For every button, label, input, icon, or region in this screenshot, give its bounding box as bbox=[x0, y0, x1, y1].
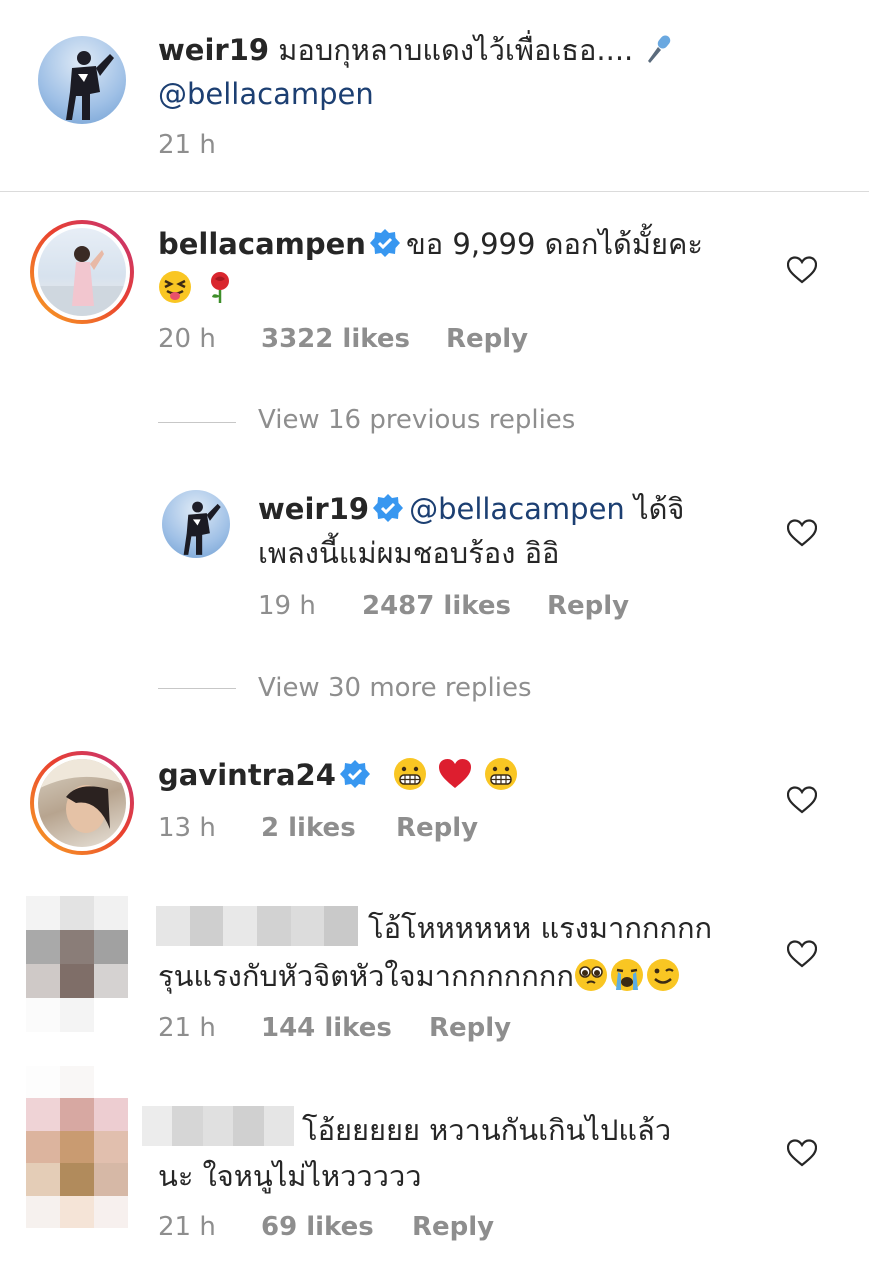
heart-icon[interactable] bbox=[787, 519, 817, 547]
comment-likes[interactable]: 3322 likes bbox=[261, 324, 410, 354]
heart-icon[interactable] bbox=[787, 786, 817, 814]
post-caption: weir19 มอบกุหลาบแดงไว้เพื่อเธอ.... @bell… bbox=[158, 28, 838, 116]
reply-button[interactable]: Reply bbox=[446, 324, 528, 354]
avatar-weir19[interactable] bbox=[38, 36, 126, 124]
verified-badge-icon bbox=[339, 760, 370, 788]
comment-likes[interactable]: 144 likes bbox=[261, 1013, 392, 1043]
reply-text-line1: ได้จิ bbox=[634, 492, 685, 526]
avatar-pixelated[interactable] bbox=[26, 896, 128, 1032]
view-replies-line bbox=[158, 688, 236, 689]
red-heart-emoji bbox=[439, 759, 472, 788]
reply-username[interactable]: weir19 bbox=[258, 492, 369, 526]
heart-icon[interactable] bbox=[787, 1139, 817, 1167]
rose-emoji bbox=[211, 272, 230, 303]
avatar-weir19-reply[interactable] bbox=[162, 490, 230, 558]
reply-weir19: weir19 @bellacampen ได้จิ เพลงนี้แม่ผมชอบ… bbox=[258, 487, 778, 575]
pleading-face-emoji bbox=[574, 959, 607, 991]
comment-time: 13 h bbox=[158, 813, 216, 843]
view-previous-replies[interactable]: View 16 previous replies bbox=[258, 405, 575, 435]
comment-text-line2: นะ ใจหนูไม่ไหววววว bbox=[158, 1159, 422, 1193]
post-username[interactable]: weir19 bbox=[158, 33, 269, 67]
comment-text-line2: รุนแรงกับหัวจิตหัวใจมากกกกกกก bbox=[158, 959, 574, 993]
reply-time: 19 h bbox=[258, 591, 316, 621]
comment-username[interactable]: gavintra24 bbox=[158, 758, 336, 792]
reply-mention[interactable]: @bellacampen bbox=[409, 492, 625, 526]
verified-badge-icon bbox=[373, 494, 404, 522]
caption-divider bbox=[0, 191, 869, 192]
comment-likes[interactable]: 2 likes bbox=[261, 813, 356, 843]
reply-button[interactable]: Reply bbox=[412, 1212, 494, 1242]
post-mention[interactable]: @bellacampen bbox=[158, 77, 374, 111]
heart-icon[interactable] bbox=[787, 940, 817, 968]
avatar-photo bbox=[38, 759, 126, 833]
reply-button[interactable]: Reply bbox=[429, 1013, 511, 1043]
view-more-replies[interactable]: View 30 more replies bbox=[258, 673, 532, 703]
avatar-photo bbox=[38, 246, 126, 316]
reply-button[interactable]: Reply bbox=[547, 591, 629, 621]
avatar-pixelated[interactable] bbox=[26, 1066, 128, 1228]
username-pixelated[interactable] bbox=[142, 1106, 294, 1146]
winking-emoji bbox=[646, 959, 679, 991]
avatar-figure bbox=[183, 501, 221, 555]
reply-text-line2: เพลงนี้แม่ผมชอบร้อง อิอิ bbox=[258, 536, 560, 570]
loudly-crying-emoji bbox=[610, 959, 643, 991]
squinting-tongue-emoji bbox=[159, 271, 191, 303]
microphone-icon bbox=[648, 35, 671, 63]
post-caption-text: มอบกุหลาบแดงไว้เพื่อเธอ.... bbox=[278, 33, 634, 67]
grimacing-emoji bbox=[394, 758, 427, 790]
comment-time: 20 h bbox=[158, 324, 216, 354]
verified-badge-icon bbox=[369, 229, 400, 257]
post-time: 21 h bbox=[158, 130, 216, 160]
view-replies-line bbox=[158, 422, 236, 423]
comment-gavintra24: gavintra24 bbox=[158, 753, 778, 797]
username-pixelated[interactable] bbox=[156, 906, 358, 946]
heart-icon[interactable] bbox=[787, 256, 817, 284]
comment-text-line1: โอ้โหหหหหห แรงมากกกกก bbox=[368, 911, 713, 945]
comment-username[interactable]: bellacampen bbox=[158, 227, 366, 261]
avatar-figure bbox=[66, 51, 114, 120]
comment-time: 21 h bbox=[158, 1013, 216, 1043]
comment-text-line2-wrap: รุนแรงกับหัวจิตหัวใจมากกกกกกก bbox=[158, 954, 778, 998]
comment-time: 21 h bbox=[158, 1212, 216, 1242]
grimacing-emoji bbox=[484, 758, 517, 790]
reply-likes[interactable]: 2487 likes bbox=[362, 591, 511, 621]
avatar-bellacampen[interactable] bbox=[30, 220, 134, 324]
comment-text: ขอ 9,999 ดอกได้มั้ยคะ bbox=[405, 227, 703, 261]
avatar-gavintra24[interactable] bbox=[30, 751, 134, 855]
comment-bellacampen: bellacampen ขอ 9,999 ดอกได้มั้ยคะ bbox=[158, 222, 778, 310]
comment-likes[interactable]: 69 likes bbox=[261, 1212, 374, 1242]
comment-text-line1: โอ้ยยยยย หวานกันเกินไปแล้ว bbox=[302, 1113, 672, 1147]
reply-button[interactable]: Reply bbox=[396, 813, 478, 843]
